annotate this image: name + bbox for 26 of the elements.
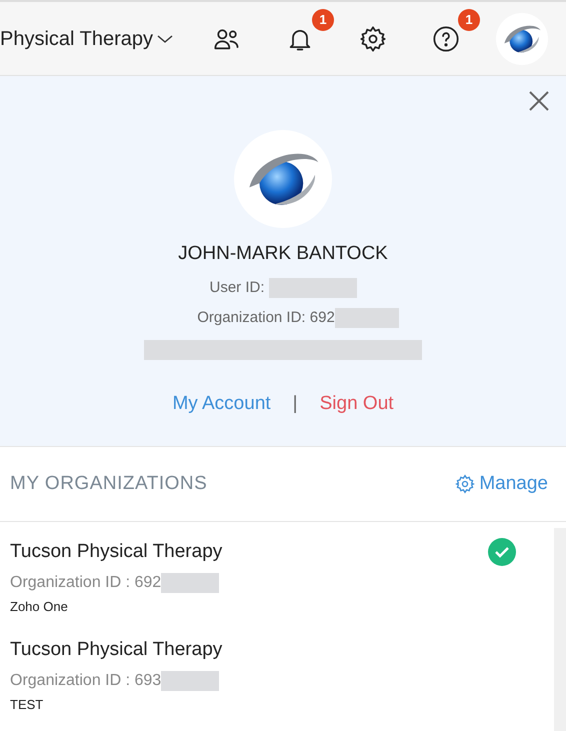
help-icon[interactable]: [432, 24, 460, 52]
organization-id-label: Organization ID: 692: [197, 308, 335, 328]
organization-item[interactable]: Tucson Physical Therapy Organization ID : 692 Zoho One: [10, 538, 554, 616]
close-button[interactable]: [528, 90, 550, 112]
edition-label: Zoho One: [10, 598, 69, 616]
organization-item[interactable]: Tucson Physical Therapy Organization ID : 693 TEST: [10, 636, 554, 714]
organization-id: Organization ID : 692: [10, 572, 162, 592]
settings-icon[interactable]: [359, 24, 388, 52]
organization-name: Tucson Physical Therapy: [10, 540, 222, 564]
chevron-down-icon: [157, 34, 174, 44]
settings-icon: [455, 474, 476, 494]
org-switcher[interactable]: Physical Therapy: [0, 24, 174, 54]
redaction-bar: [161, 670, 220, 690]
close-icon: [528, 90, 550, 112]
check-icon: [488, 538, 516, 566]
organization-id: Organization ID : 693: [10, 670, 162, 690]
organization-name: Tucson Physical Therapy: [10, 638, 222, 662]
redaction-bar: [161, 572, 220, 592]
separator: |: [292, 392, 298, 416]
edition-label: TEST: [10, 696, 44, 714]
notification-badge: 1: [458, 8, 480, 30]
user-name: JOHN-MARK BANTOCK: [178, 242, 388, 266]
notification-badge: 1: [312, 8, 334, 30]
section-heading: MY ORGANIZATIONS: [10, 472, 208, 496]
user-id-label: User ID:: [209, 278, 264, 298]
redaction-bar: [334, 308, 399, 328]
